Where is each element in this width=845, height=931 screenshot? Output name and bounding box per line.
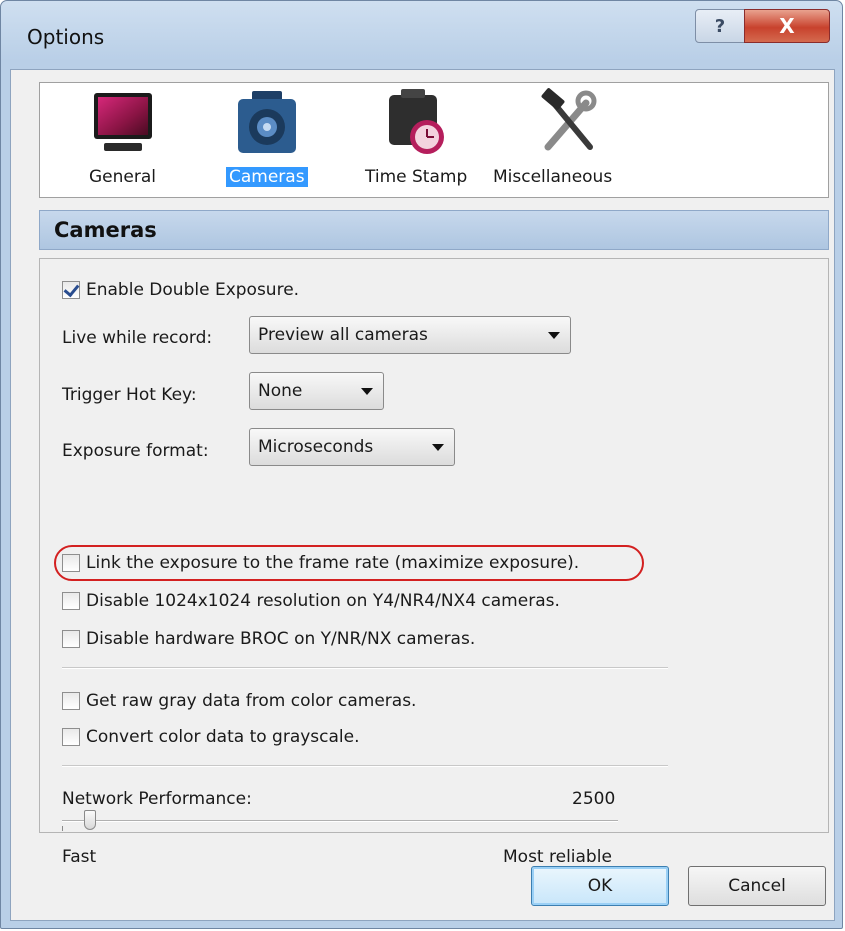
separator xyxy=(62,765,668,767)
toolbar-item-cameras[interactable]: Cameras xyxy=(226,87,308,187)
trigger-hot-key-label: Trigger Hot Key: xyxy=(62,385,197,405)
cameras-settings-panel: Enable Double Exposure. Live while recor… xyxy=(39,258,829,867)
slider-max-label: Most reliable xyxy=(503,847,612,867)
exposure-format-value: Microseconds xyxy=(258,437,374,457)
options-dialog: Options ? X General Cameras Time Stamp M… xyxy=(0,0,843,929)
ok-button[interactable]: OK xyxy=(531,866,669,906)
toolbar-item-miscellaneous[interactable]: Miscellaneous xyxy=(490,87,615,187)
slider-min-label: Fast xyxy=(62,847,97,867)
toolbar-label-miscellaneous: Miscellaneous xyxy=(493,167,613,187)
live-while-record-label: Live while record: xyxy=(62,328,213,348)
raw-gray-label: Get raw gray data from color cameras. xyxy=(86,691,417,711)
toolbar-label-general: General xyxy=(89,167,156,187)
section-title: Cameras xyxy=(39,210,829,250)
toolbar-item-time-stamp[interactable]: Time Stamp xyxy=(362,87,470,187)
network-performance-slider[interactable] xyxy=(62,820,618,822)
tools-icon xyxy=(534,87,604,159)
exposure-format-select[interactable]: Microseconds xyxy=(249,428,455,466)
disable-1024-checkbox[interactable] xyxy=(62,592,80,610)
trigger-hot-key-select[interactable]: None xyxy=(249,372,384,410)
disable-broc-label: Disable hardware BROC on Y/NR/NX cameras… xyxy=(86,629,476,649)
toolbar-item-general[interactable]: General xyxy=(86,87,159,187)
raw-gray-checkbox[interactable] xyxy=(62,692,80,710)
exposure-format-label: Exposure format: xyxy=(62,441,209,461)
convert-gray-checkbox[interactable] xyxy=(62,728,80,746)
dialog-client-area: General Cameras Time Stamp Miscellaneous… xyxy=(10,69,835,921)
toolbar-label-cameras: Cameras xyxy=(226,167,308,187)
chevron-down-icon xyxy=(432,444,444,451)
enable-double-exposure-row[interactable]: Enable Double Exposure. xyxy=(62,280,299,300)
disable-1024-label: Disable 1024x1024 resolution on Y4/NR4/N… xyxy=(86,591,560,611)
trigger-hot-key-value: None xyxy=(258,381,303,401)
clock-icon xyxy=(381,87,451,159)
slider-tick xyxy=(62,826,63,831)
toolbar-label-time-stamp: Time Stamp xyxy=(365,167,468,187)
live-while-record-value: Preview all cameras xyxy=(258,325,428,345)
disable-broc-checkbox[interactable] xyxy=(62,630,80,648)
link-exposure-checkbox[interactable] xyxy=(62,554,80,572)
convert-gray-row[interactable]: Convert color data to grayscale. xyxy=(62,727,360,747)
close-button[interactable]: X xyxy=(744,9,830,43)
live-while-record-select[interactable]: Preview all cameras xyxy=(249,316,571,354)
network-performance-label: Network Performance: xyxy=(62,789,252,809)
raw-gray-row[interactable]: Get raw gray data from color cameras. xyxy=(62,691,416,711)
convert-gray-label: Convert color data to grayscale. xyxy=(86,727,360,747)
enable-double-exposure-checkbox[interactable] xyxy=(62,281,80,299)
monitor-icon xyxy=(88,87,158,159)
separator xyxy=(62,667,668,669)
chevron-down-icon xyxy=(361,388,373,395)
category-toolbar: General Cameras Time Stamp Miscellaneous xyxy=(39,82,829,198)
slider-thumb[interactable] xyxy=(83,810,96,830)
link-exposure-label: Link the exposure to the frame rate (max… xyxy=(86,553,580,573)
network-performance-value: 2500 xyxy=(572,789,616,809)
help-button[interactable]: ? xyxy=(695,9,745,43)
cancel-button[interactable]: Cancel xyxy=(688,866,826,906)
disable-1024-row[interactable]: Disable 1024x1024 resolution on Y4/NR4/N… xyxy=(62,591,560,611)
enable-double-exposure-label: Enable Double Exposure. xyxy=(86,280,300,300)
disable-broc-row[interactable]: Disable hardware BROC on Y/NR/NX cameras… xyxy=(62,629,475,649)
chevron-down-icon xyxy=(548,332,560,339)
link-exposure-row[interactable]: Link the exposure to the frame rate (max… xyxy=(62,553,579,573)
window-title: Options xyxy=(27,25,105,49)
camera-icon xyxy=(232,87,302,159)
